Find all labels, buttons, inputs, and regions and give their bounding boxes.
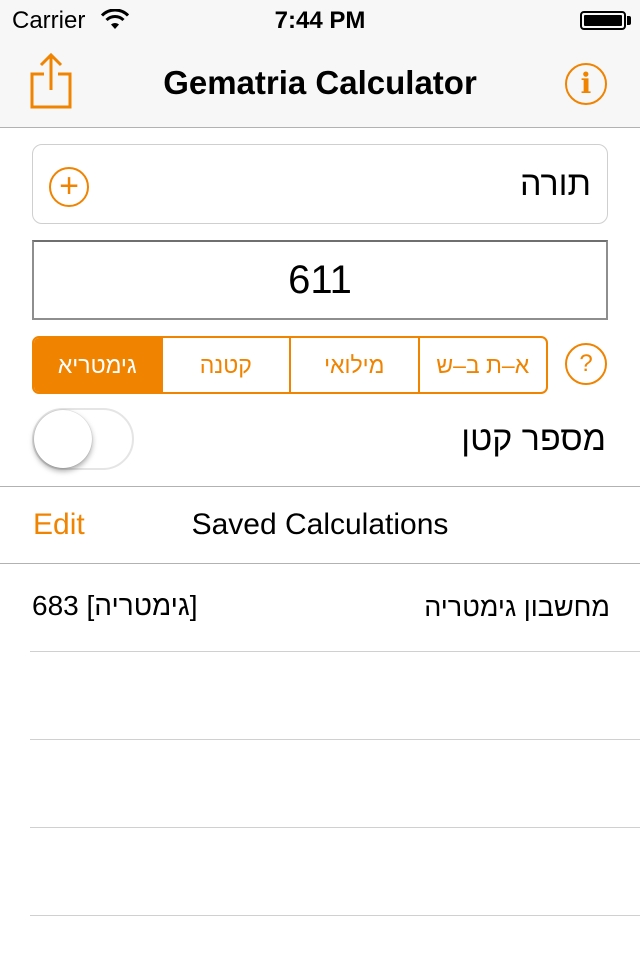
list-item-value: 683 [גימטריה] (32, 590, 198, 621)
saved-header: Edit Saved Calculations (0, 486, 640, 564)
toggle-knob (34, 410, 92, 468)
add-icon[interactable]: + (49, 167, 89, 207)
small-number-label: מספר קטן (461, 420, 606, 458)
list-item-label: מחשבון גימטריה (424, 592, 610, 622)
status-time: 7:44 PM (274, 7, 366, 34)
saved-list: 683 [גימטריה] מחשבון גימטריה (0, 564, 640, 916)
list-item[interactable]: 683 [גימטריה] מחשבון גימטריה (0, 564, 640, 652)
small-number-toggle[interactable] (32, 408, 134, 470)
battery-icon (580, 11, 626, 30)
empty-list-row (0, 740, 640, 828)
help-icon[interactable]: ? (565, 343, 607, 385)
word-input-value: תורה (519, 165, 591, 203)
segment-ketana[interactable]: קטנה (160, 338, 290, 392)
empty-list-row (0, 828, 640, 916)
result-field: 611 (32, 240, 608, 320)
segment-miluy[interactable]: מילואי (289, 338, 418, 392)
saved-title: Saved Calculations (191, 508, 449, 541)
method-segmented-control: גימטריא קטנה מילואי א–ת ב–ש (32, 336, 548, 394)
navigation-bar: Gematria Calculator i (0, 40, 640, 128)
status-bar: Carrier 7:44 PM (0, 0, 640, 40)
word-input[interactable]: + תורה (32, 144, 608, 224)
page-title: Gematria Calculator (163, 64, 477, 101)
empty-list-row (0, 652, 640, 740)
info-icon[interactable]: i (565, 63, 607, 105)
segment-gematria[interactable]: גימטריא (34, 338, 161, 392)
segment-atbash[interactable]: א–ת ב–ש (417, 338, 547, 392)
battery-tip (627, 16, 631, 25)
